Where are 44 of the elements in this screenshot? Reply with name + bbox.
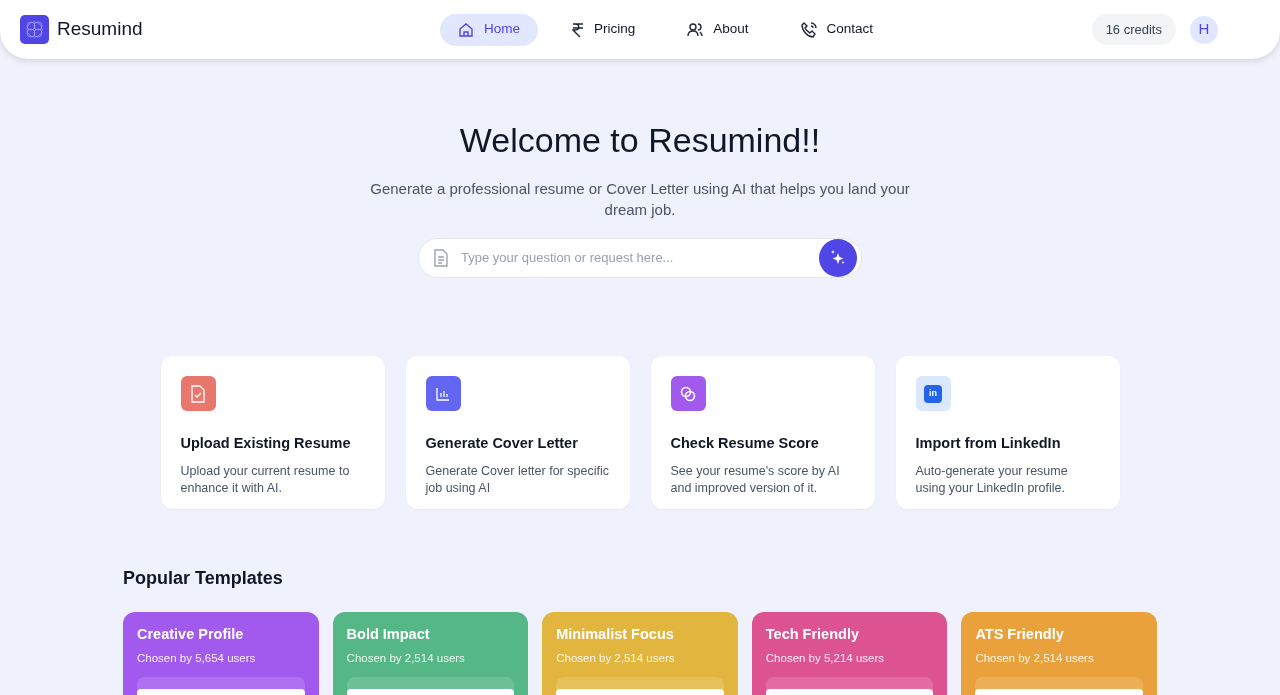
generate-button[interactable] [819, 239, 857, 277]
template-card[interactable]: Tech Friendly Chosen by 5,214 users [751, 612, 948, 695]
welcome-heading: Welcome to Resumind!! [459, 120, 821, 161]
request-input-field[interactable]: Type your question or request here... [461, 248, 807, 268]
template-name: Creative Profile [137, 625, 245, 644]
feature-card[interactable]: Generate Cover Letter Generate Cover letter for specific job using AI [405, 356, 630, 509]
nav-link[interactable]: Home [440, 13, 538, 46]
phone-icon [800, 21, 817, 38]
feature-description: Generate Cover letter for specific job using AI [425, 462, 610, 497]
feature-description: Auto-generate your resume using your LinkedIn profile. [915, 462, 1069, 497]
home-icon [458, 21, 474, 38]
template-name: Bold Impact [346, 625, 431, 644]
template-card[interactable]: Creative Profile Chosen by 5,654 users [123, 612, 319, 695]
template-name: Tech Friendly [765, 625, 860, 644]
welcome-subtitle: Generate a professional resume or Cover Letter using AI that helps you land your dream job. [369, 179, 911, 220]
users-icon [687, 21, 704, 38]
feature-card[interactable]: Upload Existing Resume Upload your current resume to enhance it with AI. [160, 356, 385, 509]
feature-title: Import from LinkedIn [915, 434, 1062, 453]
section-heading: Popular Templates [123, 567, 284, 590]
linkedin-logo-text: in [924, 384, 942, 403]
feature-card[interactable]: in Import from LinkedIn Auto-generate your resume using your LinkedIn profile. [895, 356, 1120, 509]
template-name: ATS Friendly [975, 625, 1065, 644]
nav-link[interactable]: Contact [782, 13, 892, 46]
template-name: Minimalist Focus [556, 625, 675, 644]
nav-link[interactable]: Pricing [554, 13, 654, 46]
template-usage-count: Chosen by 2,514 users [975, 650, 1095, 666]
feature-title: Upload Existing Resume [180, 434, 352, 453]
feature-title: Check Resume Score [670, 434, 820, 453]
template-usage-count: Chosen by 2,514 users [556, 650, 676, 666]
template-usage-count: Chosen by 5,654 users [137, 650, 257, 666]
nav-link[interactable]: About [669, 13, 767, 46]
document-icon [433, 249, 449, 267]
brain-logo-icon [20, 15, 49, 44]
credits-badge: 16 credits [1091, 13, 1176, 46]
user-avatar[interactable]: H [1190, 15, 1218, 44]
feature-title: Generate Cover Letter [425, 434, 579, 453]
rupee-icon [572, 21, 584, 38]
request-bar[interactable]: Type your question or request here... [418, 238, 862, 278]
template-usage-count: Chosen by 5,214 users [765, 650, 886, 666]
feature-description: Upload your current resume to enhance it with AI. [180, 462, 351, 497]
template-usage-count: Chosen by 2,514 users [346, 650, 466, 666]
feature-card[interactable]: Check Resume Score See your resume's score by AI and improved version of it. [650, 356, 875, 509]
brand-name: Resumind [57, 17, 143, 42]
feature-description: See your resume's score by AI and improved version of it. [670, 462, 841, 497]
